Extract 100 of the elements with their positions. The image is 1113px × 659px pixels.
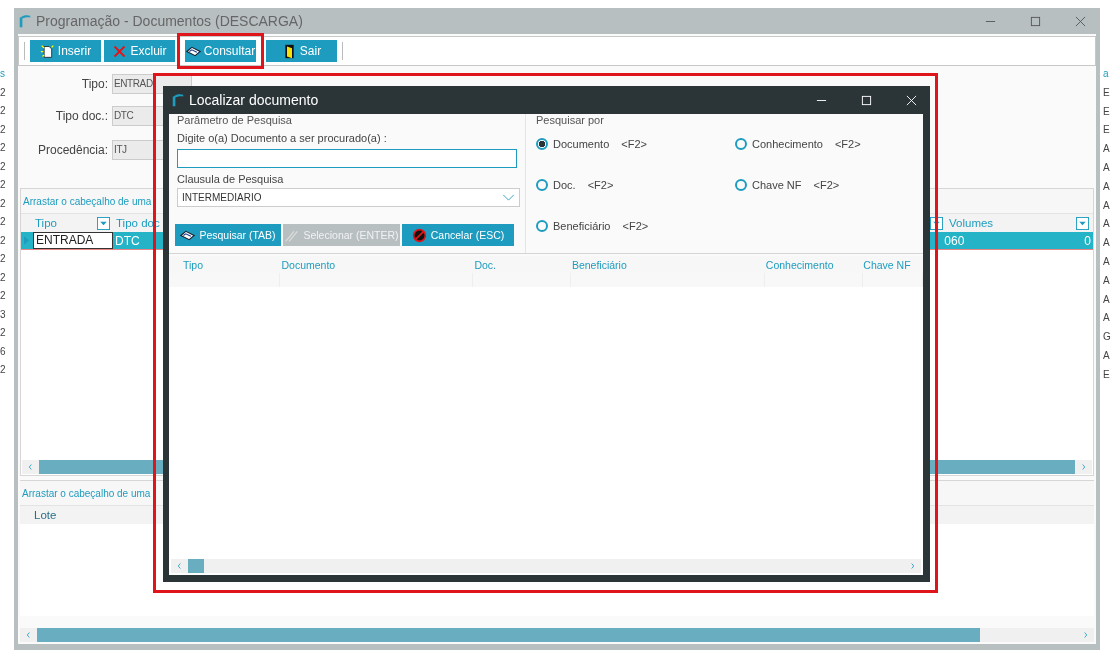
table-cell-text: DTC	[114, 233, 140, 248]
scroll-left-icon[interactable]	[28, 463, 33, 471]
shortcut-hint: <F2>	[622, 219, 649, 232]
radio-option[interactable]: Doc. <F2>	[536, 176, 735, 193]
background-text: s	[0, 67, 6, 81]
field-label: Procedência:	[36, 143, 108, 157]
app-icon	[171, 93, 185, 107]
background-text: A	[1103, 254, 1111, 269]
radio-button[interactable]	[536, 137, 548, 150]
background-text: G	[1103, 330, 1112, 345]
radio-button[interactable]	[735, 178, 747, 191]
background-text: 2	[0, 215, 7, 229]
column-header[interactable]: Volumes	[947, 217, 1076, 229]
toolbar-button[interactable]: Inserir	[30, 40, 101, 62]
background-text: A	[1103, 311, 1111, 326]
background-text: 2	[0, 104, 7, 118]
toolbar-button[interactable]: Consultar	[185, 40, 256, 62]
app-icon	[18, 14, 32, 28]
background-text: E	[1103, 367, 1111, 382]
background-text: 2	[0, 270, 7, 285]
background-text: A	[1103, 198, 1111, 213]
field-label: Tipo doc.:	[54, 109, 108, 123]
shortcut-hint: <F2>	[813, 178, 840, 191]
background-text: 2	[0, 252, 7, 266]
background-text: 2	[0, 326, 7, 340]
cancel-icon	[411, 227, 427, 243]
column-header[interactable]: Conhecimento	[765, 258, 864, 271]
option-label: Chave NF	[752, 178, 802, 191]
group-hint: Arrastar o cabeçalho de uma	[22, 487, 151, 499]
background-text: E	[1103, 104, 1111, 119]
background-text: 2	[0, 233, 7, 248]
dialog-button[interactable]: Pesquisar (TAB)	[175, 224, 281, 246]
background-text: 2	[0, 85, 7, 100]
row-indicator-icon	[24, 236, 29, 245]
scrollbar-thumb[interactable]	[188, 559, 204, 573]
background-text: A	[1103, 161, 1111, 175]
field-label: Clausula de Pesquisa	[177, 173, 285, 185]
background-text: 2	[0, 196, 7, 211]
background-text: A	[1103, 273, 1111, 288]
background-text: A	[1103, 179, 1111, 194]
scroll-right-icon[interactable]	[910, 562, 915, 570]
toolbar-button[interactable]: Sair	[266, 40, 337, 62]
background-text: 6	[0, 344, 7, 359]
background-text: a	[1103, 67, 1110, 81]
background-text: 2	[0, 363, 7, 377]
background-text: 2	[0, 289, 7, 303]
scroll-right-icon[interactable]	[1081, 463, 1086, 471]
radio-button[interactable]	[536, 178, 548, 191]
background-text: A	[1103, 292, 1111, 307]
option-label: Conhecimento	[752, 137, 823, 150]
radio-option[interactable]: Conhecimento <F2>	[735, 135, 915, 152]
scroll-left-icon[interactable]	[26, 631, 31, 639]
shortcut-hint: <F2>	[587, 178, 614, 191]
toolbar-button[interactable]: Excluir	[104, 40, 175, 62]
background-text: A	[1103, 217, 1111, 232]
column-header[interactable]: Chave NF	[863, 258, 923, 271]
background-text: 3	[0, 307, 7, 322]
scroll-right-icon[interactable]	[1083, 631, 1088, 639]
radio-option[interactable]: Documento <F2>	[536, 135, 735, 152]
option-label: Doc.	[553, 178, 576, 191]
shortcut-hint: <F2>	[621, 137, 647, 150]
column-header[interactable]: Lote	[32, 509, 57, 521]
radio-option[interactable]: Beneficiário <F2>	[536, 217, 735, 234]
column-header[interactable]: Tipo	[183, 258, 282, 271]
group-legend: Pesquisar por	[536, 114, 923, 127]
field-label: Tipo:	[80, 77, 108, 91]
background-text: 2	[0, 141, 7, 155]
background-text: A	[1103, 236, 1111, 251]
radio-button[interactable]	[536, 219, 548, 232]
table-cell: ENTRADA	[33, 232, 113, 249]
dialog-title: Localizar documento	[189, 92, 319, 108]
column-header[interactable]: Tipo	[33, 217, 97, 229]
filter-dropdown-icon[interactable]	[1076, 216, 1089, 230]
scroll-left-icon[interactable]	[177, 562, 182, 570]
clause-dropdown[interactable]: INTERMEDIARIO	[177, 188, 520, 207]
chevron-down-icon	[502, 194, 515, 201]
background-text: 2	[0, 178, 7, 192]
background-text: 2	[0, 122, 7, 137]
column-header[interactable]: Beneficiário	[571, 258, 766, 271]
radio-option[interactable]: Chave NF <F2>	[735, 176, 915, 193]
column-header[interactable]: Doc.	[474, 258, 572, 271]
column-header[interactable]: Documento	[281, 258, 475, 271]
background-text: E	[1103, 85, 1111, 100]
radio-button[interactable]	[735, 137, 747, 150]
shortcut-hint: <F2>	[834, 137, 861, 150]
background-text: A	[1103, 348, 1111, 363]
search-field[interactable]	[177, 149, 517, 168]
window-title: Programação - Documentos (DESCARGA)	[36, 13, 303, 29]
table-cell-text: 0	[1083, 233, 1091, 248]
delete-icon	[112, 43, 128, 59]
background-text: E	[1103, 123, 1111, 138]
background-text: 2	[0, 159, 7, 174]
dialog-button[interactable]: Cancelar (ESC)	[402, 224, 514, 246]
option-label: Beneficiário	[553, 219, 611, 232]
new-document-icon	[39, 43, 55, 59]
group-hint: Arrastar o cabeçalho de uma	[23, 195, 152, 207]
scrollbar-thumb[interactable]	[37, 628, 980, 642]
filter-dropdown-icon[interactable]	[97, 216, 110, 230]
background-text: A	[1103, 142, 1111, 157]
option-label: Documento	[553, 137, 610, 150]
